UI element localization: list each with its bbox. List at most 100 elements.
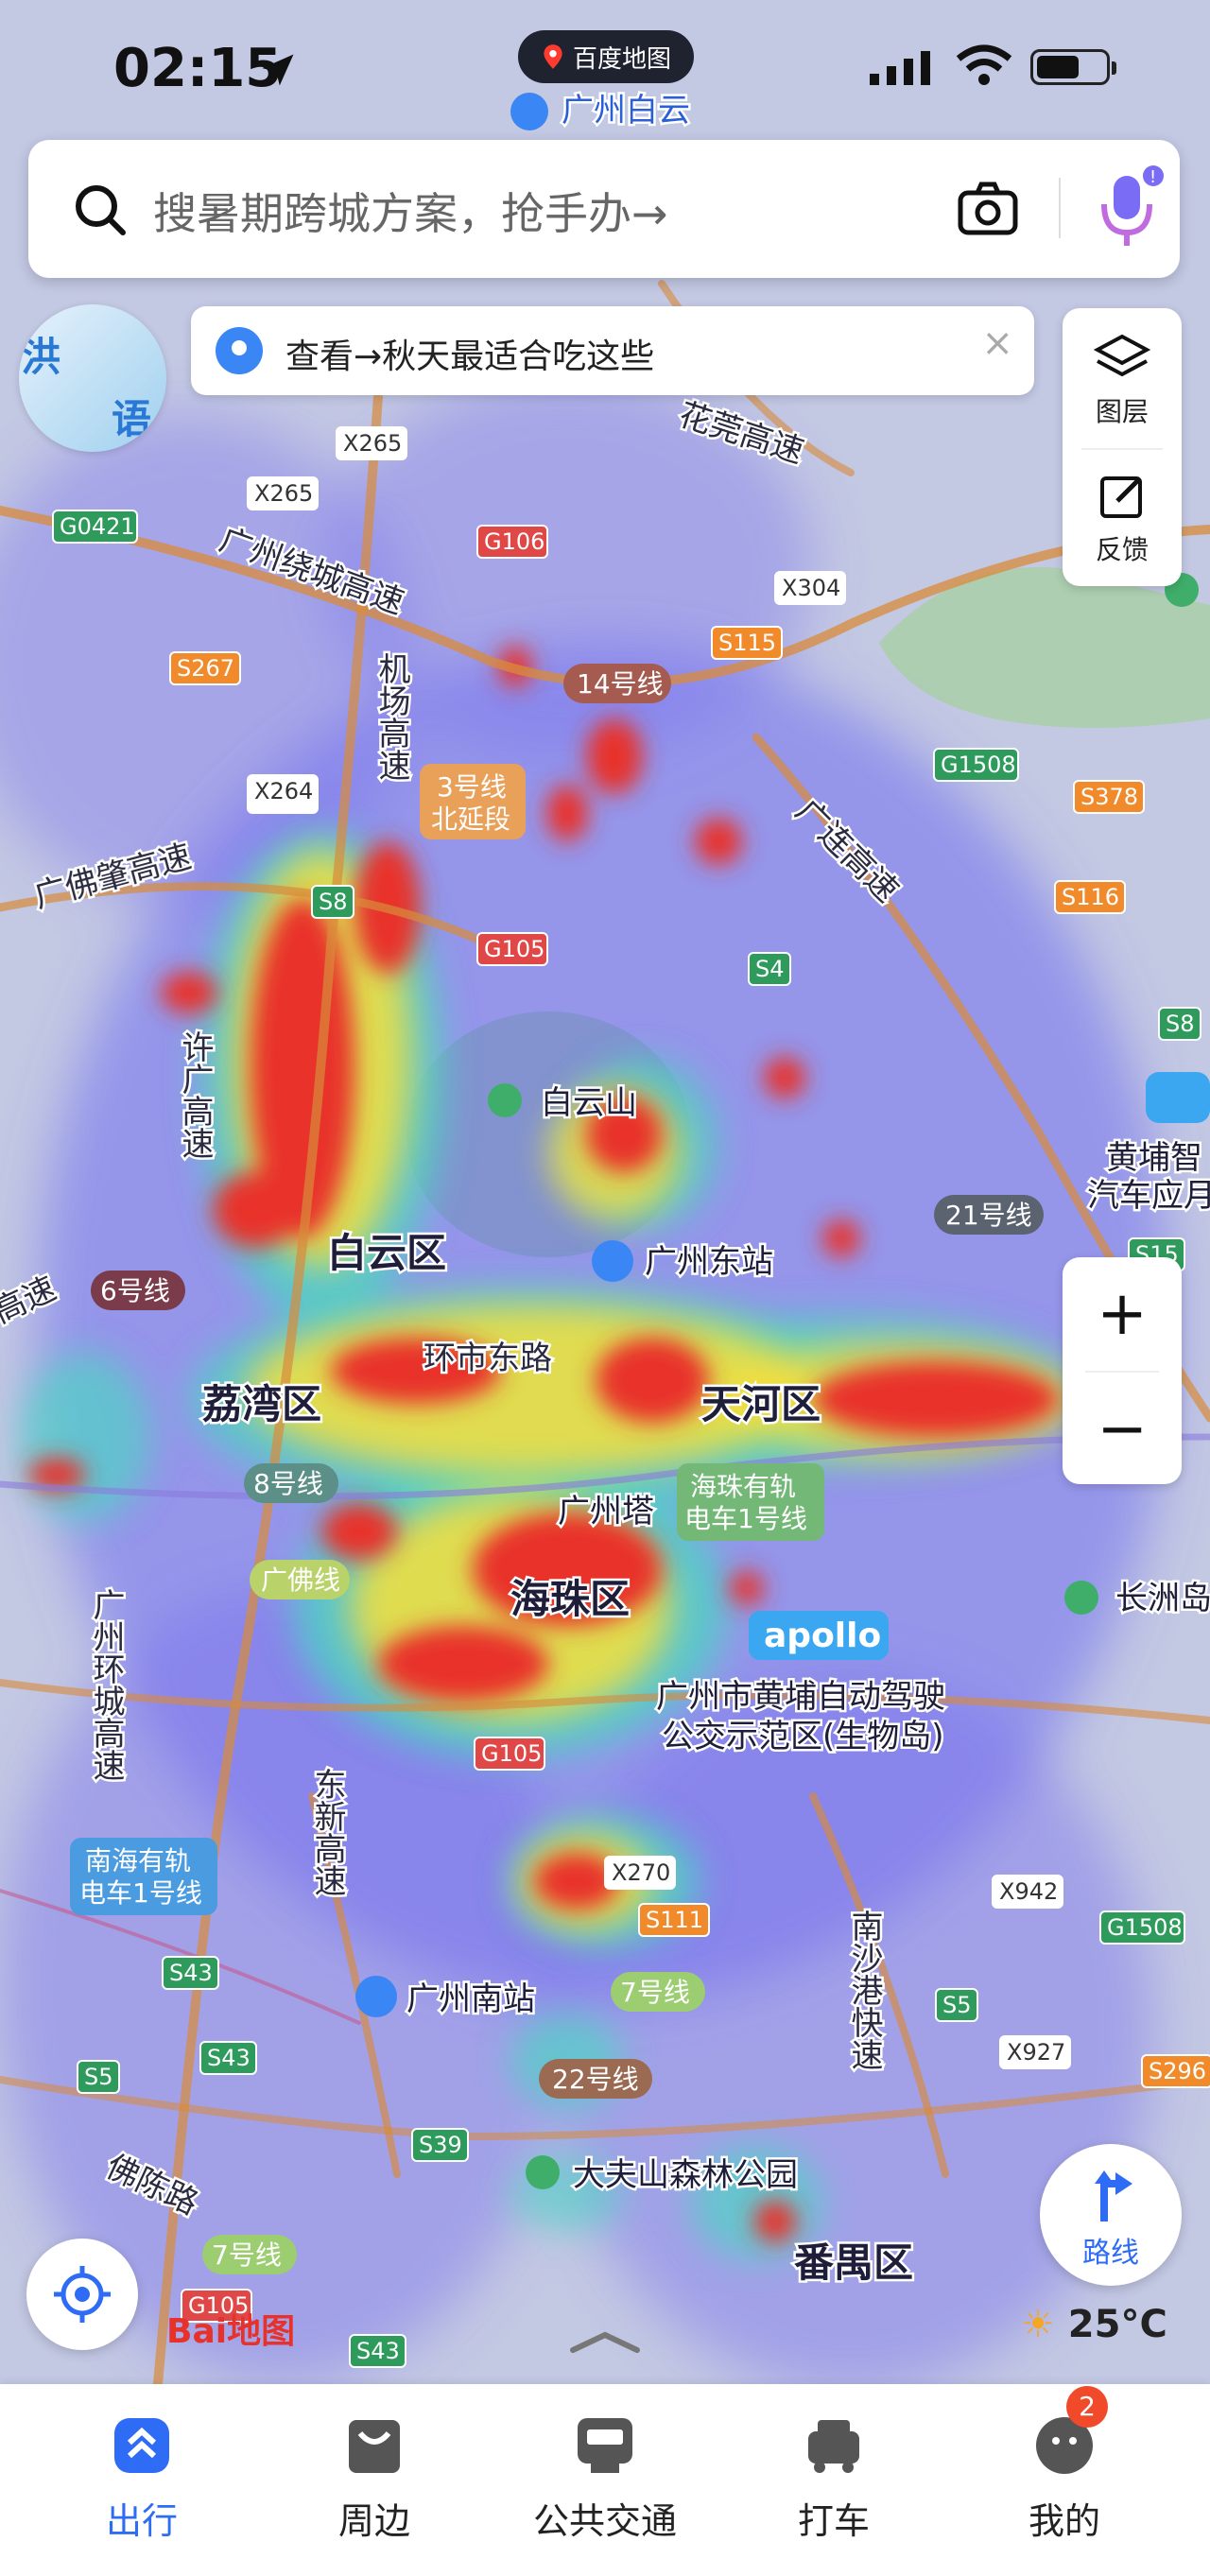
metro-label: 7号线 — [611, 1972, 705, 2012]
metro-label: 广佛线 — [250, 1560, 350, 1599]
svg-text:!: ! — [1150, 167, 1156, 187]
highway-shield: S116 — [1054, 880, 1126, 914]
notification-badge: 2 — [1066, 2386, 1108, 2428]
locate-me-button[interactable] — [26, 2239, 138, 2350]
highway-shield: G0421 — [52, 510, 138, 544]
svg-text:8号线: 8号线 — [253, 1468, 323, 1499]
station-icon — [355, 1976, 397, 2017]
highway-shield-label: S43 — [207, 2045, 251, 2071]
svg-text:Bai地图: Bai地图 — [166, 2312, 295, 2351]
layers-icon — [1094, 334, 1150, 377]
search-input[interactable]: 搜暑期跨城方案，抢手办→ — [153, 180, 668, 242]
highway-shield: S43 — [162, 1956, 219, 1990]
app-name: 百度地图 — [572, 44, 671, 74]
place-label: 广州塔 — [558, 1493, 654, 1530]
svg-text:电车1号线: 电车1号线 — [684, 1503, 807, 1534]
metro-label: 南海有轨电车1号线 — [70, 1838, 217, 1915]
zoom-control: + − — [1063, 1257, 1182, 1484]
park-icon — [488, 1083, 522, 1117]
highway-shield: S5 — [77, 2060, 120, 2094]
station-icon — [592, 1240, 633, 1282]
activity-badge[interactable]: 洪 语 — [19, 304, 166, 452]
tab-public-transit[interactable]: 公共交通 — [510, 2412, 700, 2544]
zoom-out-button[interactable]: − — [1063, 1399, 1182, 1460]
highway-shield: S4 — [748, 952, 791, 986]
svg-text:3号线: 3号线 — [437, 771, 507, 803]
highway-shield: G1508 — [933, 748, 1019, 782]
battery-icon — [1030, 49, 1116, 85]
highway-shield: X927 — [999, 2035, 1071, 2069]
highway-shield-label: S4 — [755, 956, 785, 982]
svg-text:南海有轨: 南海有轨 — [85, 1845, 191, 1876]
metro-label: 3号线北延段 — [420, 764, 526, 839]
svg-text:7号线: 7号线 — [212, 2239, 282, 2271]
metro-label: 22号线 — [539, 2059, 652, 2099]
road-label: 许广高速 — [176, 1030, 214, 1159]
tab-profile[interactable]: 我的 — [970, 2412, 1159, 2544]
svg-text:北延段: 北延段 — [431, 804, 510, 835]
wifi-icon — [956, 44, 1012, 85]
highway-shield-label: G0421 — [60, 513, 135, 540]
highway-shield-label: S5 — [84, 2064, 113, 2090]
camera-icon[interactable] — [957, 180, 1019, 236]
feedback-button[interactable]: 反馈 — [1063, 471, 1182, 567]
travel-icon — [114, 2418, 169, 2473]
divider — [1085, 1371, 1159, 1373]
temperature: 25°C — [1067, 2303, 1167, 2346]
banner-text[interactable]: 查看→秋天最适合吃这些 — [285, 329, 654, 378]
highway-shield: S115 — [711, 626, 783, 660]
tab-taxi[interactable]: 打车 — [739, 2412, 928, 2544]
svg-text:电车1号线: 电车1号线 — [79, 1877, 202, 1909]
promo-banner[interactable]: 查看→秋天最适合吃这些 × — [191, 306, 1034, 395]
road-label: 东新高速 — [308, 1768, 346, 1896]
zoom-in-button[interactable]: + — [1063, 1284, 1182, 1344]
app-indicator[interactable]: 百度地图 — [518, 30, 694, 83]
metro-label: 21号线 — [934, 1195, 1044, 1235]
voice-assistant-icon[interactable]: ! — [1093, 163, 1168, 253]
highway-shield: G105 — [476, 932, 548, 966]
highway-shield: G1508 — [1099, 1910, 1185, 1945]
highway-shield-label: S296 — [1149, 2058, 1206, 2084]
highway-shield: G105 — [474, 1737, 545, 1771]
highway-shield: S43 — [349, 2334, 406, 2368]
highway-shield-label: S8 — [319, 889, 348, 915]
close-icon[interactable]: × — [981, 321, 1013, 365]
highway-shield: X942 — [992, 1875, 1063, 1909]
cellular-signal-icon — [870, 51, 930, 85]
highway-shield: S296 — [1141, 2054, 1210, 2088]
metro-label: 8号线 — [244, 1463, 338, 1503]
svg-text:apollo: apollo — [764, 1616, 881, 1655]
highway-shield: S267 — [169, 651, 241, 685]
place-label: 公交示范区(生物岛) — [662, 1718, 944, 1755]
layers-button[interactable]: 图层 — [1063, 333, 1182, 429]
place-label: 广州东站 — [645, 1243, 773, 1281]
district-label: 海珠区 — [510, 1576, 630, 1622]
search-bar[interactable]: 搜暑期跨城方案，抢手办→ ! — [28, 140, 1180, 278]
place-label: 白云山 — [541, 1084, 637, 1122]
highway-shield-label: S43 — [356, 2338, 400, 2364]
highway-shield-label: S5 — [942, 1992, 972, 2018]
highway-shield: X265 — [336, 426, 407, 460]
place-label: 长洲岛 — [1115, 1580, 1210, 1617]
highway-shield: S378 — [1073, 780, 1145, 814]
location-pin-icon — [216, 327, 263, 374]
search-icon — [76, 185, 126, 235]
baidu-logo: Bai地图 — [166, 2312, 295, 2351]
highway-shield-label: S378 — [1080, 784, 1138, 810]
svg-text:广佛线: 广佛线 — [261, 1565, 340, 1596]
tab-nearby[interactable]: 周边 — [280, 2412, 469, 2544]
svg-text:6号线: 6号线 — [100, 1275, 170, 1306]
tab-travel[interactable]: 出行 — [47, 2412, 236, 2544]
highway-shield-label: S8 — [1166, 1011, 1195, 1037]
route-button[interactable]: 路线 — [1040, 2144, 1182, 2286]
highway-shield: X265 — [247, 476, 319, 510]
drawer-handle[interactable] — [567, 2327, 643, 2356]
road-label: 广州环城高速 — [87, 1588, 125, 1781]
highway-shield-label: G105 — [484, 936, 544, 962]
highway-shield-label: X265 — [254, 480, 313, 507]
map-pin-icon — [544, 44, 562, 69]
weather-widget[interactable]: ☀ 25°C — [1021, 2303, 1167, 2346]
highway-shield-label: S116 — [1062, 884, 1119, 910]
highway-shield-label: X264 — [254, 778, 313, 804]
road-label: 环市东路 — [424, 1340, 552, 1377]
